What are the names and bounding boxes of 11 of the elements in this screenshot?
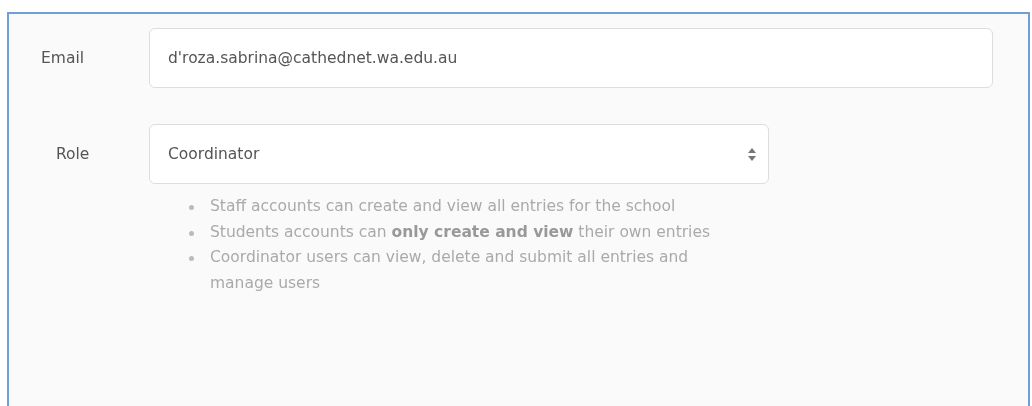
- field-label: Email: [40, 48, 84, 69]
- help-text: Staff accounts can create and view all entries for the school: [210, 196, 676, 217]
- help-text: Coordinator users can view, delete and submit all entries and manage users: [210, 247, 690, 294]
- help-text: Students accounts can only create and view their own entries: [210, 221, 710, 243]
- bullet-icon: [189, 256, 194, 261]
- bullet-icon: [189, 205, 194, 210]
- role-select[interactable]: Coordinator: [149, 124, 769, 184]
- bullet-icon: [189, 230, 194, 236]
- sort-arrows-icon: [748, 147, 756, 161]
- field-label: Role: [55, 144, 90, 165]
- email-field[interactable]: d'roza.sabrina@cathednet.wa.edu.au: [149, 28, 993, 88]
